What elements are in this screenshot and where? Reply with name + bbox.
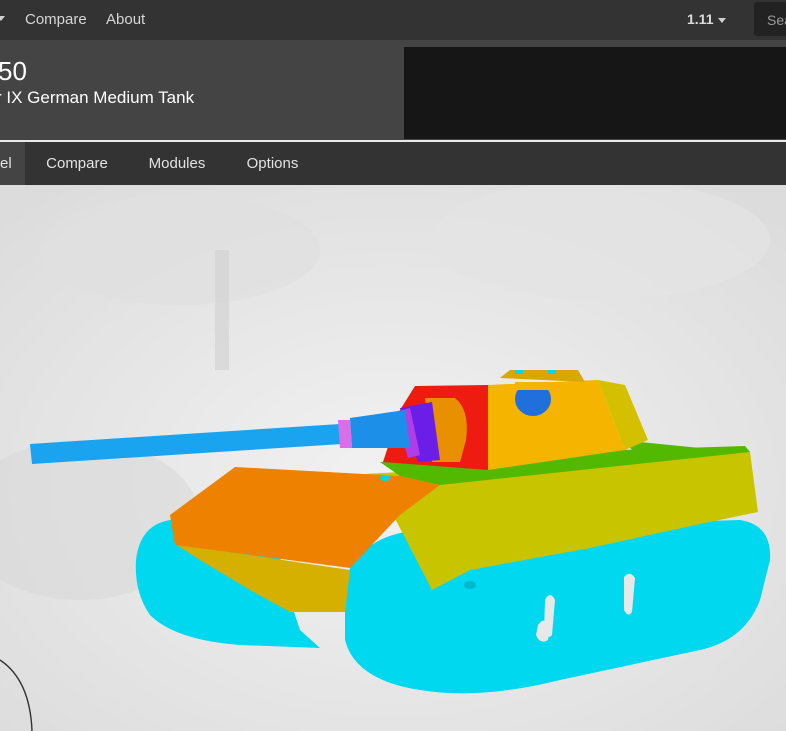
version-dropdown[interactable]: 1.11 — [687, 11, 727, 27]
tank-subtitle: r IX German Medium Tank — [0, 88, 195, 107]
nav-about-link[interactable]: About — [106, 11, 145, 28]
background-pillar — [215, 250, 229, 370]
top-navbar: Compare About 1.11 Sea — [0, 0, 786, 40]
tab-model[interactable]: el — [0, 142, 25, 185]
gun-collar — [338, 420, 352, 448]
wheel-hub — [464, 581, 476, 589]
armor-model-viewer[interactable] — [0, 185, 786, 731]
cupola-vision-block — [548, 370, 556, 374]
tank-model-canvas[interactable] — [0, 185, 786, 731]
chevron-down-icon — [718, 17, 727, 23]
tank-name: 50 — [0, 56, 27, 86]
version-label: 1.11 — [687, 11, 714, 27]
chevron-down-icon[interactable] — [0, 16, 5, 21]
tab-compare[interactable]: Compare — [25, 142, 129, 185]
tab-modules[interactable]: Modules — [129, 142, 225, 185]
tank-header: 50 r IX German Medium Tank — [0, 40, 786, 140]
nav-compare-link[interactable]: Compare — [25, 11, 87, 28]
cupola-vision-block — [515, 370, 523, 374]
search-input[interactable]: Sea — [754, 2, 786, 36]
tab-options[interactable]: Options — [225, 142, 320, 185]
background-smoke — [40, 195, 320, 305]
tab-bar: el Compare Modules Options — [0, 142, 786, 185]
background-smoke — [430, 185, 770, 300]
turret-roof-edge — [515, 382, 551, 390]
hull-periscope — [380, 475, 390, 481]
video-panel[interactable] — [404, 47, 786, 139]
